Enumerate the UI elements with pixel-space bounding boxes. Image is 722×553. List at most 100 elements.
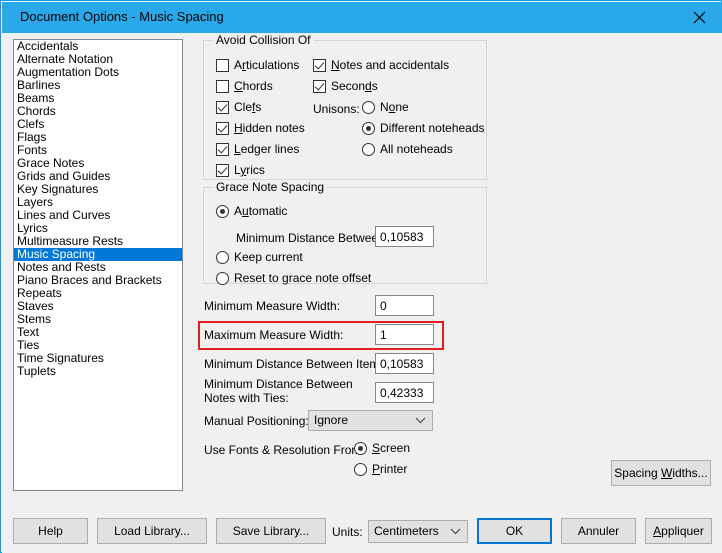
close-icon[interactable] [677,2,722,33]
load-library-button[interactable]: Load Library... [97,518,207,544]
grace-note-spacing-group: Grace Note Spacing Automatic Minimum Dis… [203,187,487,284]
min-distance-items-input[interactable] [375,353,434,374]
manual-positioning-combobox[interactable]: Ignore [308,410,433,431]
grace-note-spacing-title: Grace Note Spacing [213,180,327,194]
checkbox-box [216,143,229,156]
checkbox-box [216,80,229,93]
units-label: Units: [332,525,363,539]
radio-circle [362,101,375,114]
checkbox-label: Articulations [234,58,299,72]
checkbox-label: Hidden notes [234,121,305,135]
min-distance-items-label: Minimum Distance Between Items: [204,357,389,371]
radio-fonts-printer[interactable]: Printer [354,462,407,476]
max-measure-width-input[interactable] [375,324,434,345]
sidebar-item-label: Stems [17,312,51,326]
checkbox-hidden-notes[interactable]: Hidden notes [216,121,305,135]
checkbox-box [216,59,229,72]
sidebar-item-label: Alternate Notation [17,52,113,66]
sidebar-item-label: Lyrics [17,221,48,235]
help-button[interactable]: Help [13,518,88,544]
radio-unisons-all-noteheads[interactable]: All noteheads [362,142,453,156]
radio-circle [362,143,375,156]
min-measure-width-label: Minimum Measure Width: [204,299,340,313]
checkbox-notes-and-accidentals[interactable]: Notes and accidentals [313,58,449,72]
radio-label: Different noteheads [380,121,485,135]
sidebar-item-label: Multimeasure Rests [17,234,123,248]
radio-circle [354,463,367,476]
radio-grace-keep-current[interactable]: Keep current [216,250,303,264]
radio-fonts-screen[interactable]: Screen [354,441,410,455]
radio-label: All noteheads [380,142,453,156]
sidebar-item-label: Chords [17,104,56,118]
sidebar-item-label: Staves [17,299,54,313]
category-listbox[interactable]: AccidentalsAlternate NotationAugmentatio… [13,39,183,491]
min-distance-ties-label: Minimum Distance Between Notes with Ties… [204,377,353,405]
radio-label: Reset to grace note offset [234,271,371,285]
checkbox-clefs[interactable]: Clefs [216,100,261,114]
checkbox-label: Ledger lines [234,142,299,156]
save-library-button[interactable]: Save Library... [216,518,326,544]
sidebar-item-tuplets[interactable]: Tuplets [14,365,182,378]
sidebar-item-label: Grace Notes [17,156,84,170]
checkbox-box [216,164,229,177]
checkbox-label: Chords [234,79,273,93]
checkbox-label: Seconds [331,79,378,93]
radio-label: Keep current [234,250,303,264]
radio-grace-automatic[interactable]: Automatic [216,204,287,218]
radio-circle [216,251,229,264]
sidebar-item-label: Barlines [17,78,60,92]
checkbox-box [313,59,326,72]
grace-min-distance-input[interactable] [375,226,434,247]
apply-button[interactable]: Appliquer [645,518,712,544]
radio-label: Screen [372,441,410,455]
manual-positioning-label: Manual Positioning: [204,414,309,428]
checkbox-ledger-lines[interactable]: Ledger lines [216,142,299,156]
spacing-widths-label: Spacing Widths... [614,466,707,480]
sidebar-item-label: Text [17,325,39,339]
footer-bar: Help Load Library... Save Library... Uni… [2,510,722,553]
load-library-label: Load Library... [114,524,190,538]
avoid-collision-title: Avoid Collision Of [213,33,314,47]
spacing-widths-button[interactable]: Spacing Widths... [611,460,711,486]
grace-min-distance-label: Minimum Distance Between: [236,231,388,245]
min-distance-ties-input[interactable] [375,382,434,403]
checkbox-articulations[interactable]: Articulations [216,58,299,72]
title-bar: Document Options - Music Spacing [2,2,722,33]
sidebar-item-label: Flags [17,130,46,144]
sidebar-item-label: Ties [17,338,39,352]
avoid-collision-group: Avoid Collision Of Articulations Chords … [203,40,487,180]
sidebar-item-label: Repeats [17,286,62,300]
radio-circle [362,122,375,135]
ok-button[interactable]: OK [477,518,552,544]
dialog-content: AccidentalsAlternate NotationAugmentatio… [2,33,722,510]
sidebar-item-label: Fonts [17,143,47,157]
radio-label: None [380,100,409,114]
sidebar-item-label: Time Signatures [17,351,104,365]
checkbox-lyrics[interactable]: Lyrics [216,163,265,177]
save-library-label: Save Library... [233,524,309,538]
min-measure-width-input[interactable] [375,295,434,316]
radio-grace-reset-offset[interactable]: Reset to grace note offset [216,271,371,285]
radio-unisons-none[interactable]: None [362,100,409,114]
sidebar-item-label: Lines and Curves [17,208,110,222]
sidebar-item-label: Beams [17,91,54,105]
units-combobox[interactable]: Centimeters [368,520,468,543]
cancel-label: Annuler [578,524,619,538]
checkbox-box [313,80,326,93]
unisons-label: Unisons: [313,102,360,116]
sidebar-item-label: Key Signatures [17,182,98,196]
units-value: Centimeters [374,524,439,538]
help-label: Help [38,524,63,538]
checkbox-chords[interactable]: Chords [216,79,273,93]
sidebar-item-label: Tuplets [17,364,56,378]
checkbox-seconds[interactable]: Seconds [313,79,378,93]
radio-label: Automatic [234,204,287,218]
chevron-down-icon [450,521,461,542]
radio-unisons-different-noteheads[interactable]: Different noteheads [362,121,485,135]
sidebar-item-stems[interactable]: Stems [14,313,182,326]
sidebar-item-label: Music Spacing [17,247,95,261]
radio-circle [354,442,367,455]
cancel-button[interactable]: Annuler [561,518,636,544]
window-title: Document Options - Music Spacing [20,9,224,24]
dialog-window: Document Options - Music Spacing Acciden… [0,0,722,553]
